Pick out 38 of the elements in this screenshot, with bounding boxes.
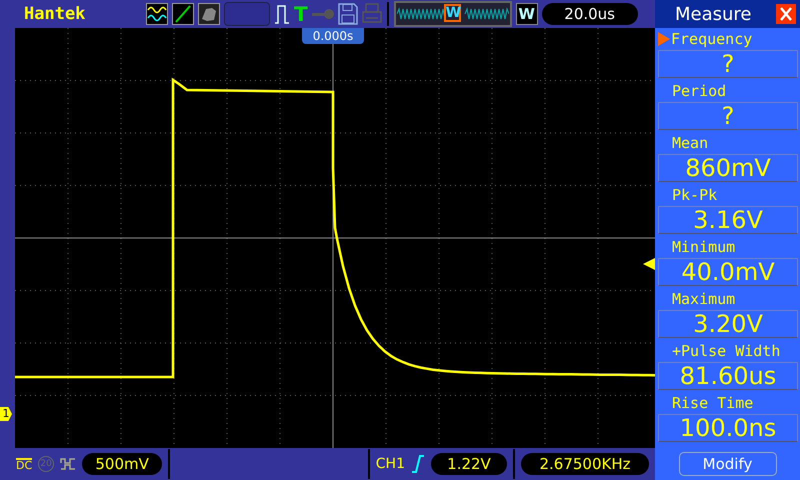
measurement-label[interactable]: Pk-Pk — [672, 186, 718, 204]
measurement-value: ? — [658, 50, 798, 78]
pulse-icon — [274, 3, 290, 25]
measurement-label[interactable]: +Pulse Width — [672, 342, 780, 360]
invert-icon — [60, 457, 76, 471]
measurement-value: 100.0ns — [658, 414, 798, 442]
measurement-value: 40.0mV — [658, 258, 798, 286]
rising-edge-icon — [411, 455, 425, 473]
trigger-level-readout: 1.22V — [431, 453, 507, 475]
measurement-label[interactable]: Minimum — [672, 238, 736, 256]
trigger-position-label: 0.000s — [302, 28, 364, 44]
coupling-label: DC — [16, 458, 32, 470]
panel-title: Measure — [675, 4, 752, 24]
modify-button[interactable]: Modify — [678, 452, 776, 476]
window-zoom-button[interactable]: W — [516, 3, 538, 25]
frequency-readout: 2.67500KHz — [521, 453, 649, 475]
volts-per-div-readout: 500mV — [82, 453, 162, 475]
waveform-icon[interactable] — [146, 3, 168, 25]
measurement-label[interactable]: Rise Time — [672, 394, 754, 412]
measurement-value: 860mV — [658, 154, 798, 182]
trigger-level-marker-icon — [643, 258, 655, 270]
measurement-label[interactable]: Frequency — [671, 30, 752, 48]
measurement-value: 3.20V — [658, 310, 798, 338]
line-icon[interactable] — [172, 3, 194, 25]
close-icon[interactable] — [776, 4, 796, 24]
timebase-readout: 20.0us — [542, 3, 638, 25]
measurement-value: 3.16V — [658, 206, 798, 234]
channel-marker: 1 — [0, 407, 12, 421]
measurement-value: ? — [658, 102, 798, 130]
measurement-label[interactable]: Mean — [672, 134, 708, 152]
measurement-label[interactable]: Period — [672, 82, 726, 100]
trigger-type-label: T — [294, 3, 308, 25]
measurement-label[interactable]: Maximum — [672, 290, 736, 308]
brand-logo: Hantek — [24, 4, 86, 24]
persistence-icon[interactable] — [198, 3, 220, 25]
measurement-value: 81.60us — [658, 362, 798, 390]
trigger-source-label: CH1 — [376, 456, 405, 472]
key-icon — [312, 8, 334, 20]
